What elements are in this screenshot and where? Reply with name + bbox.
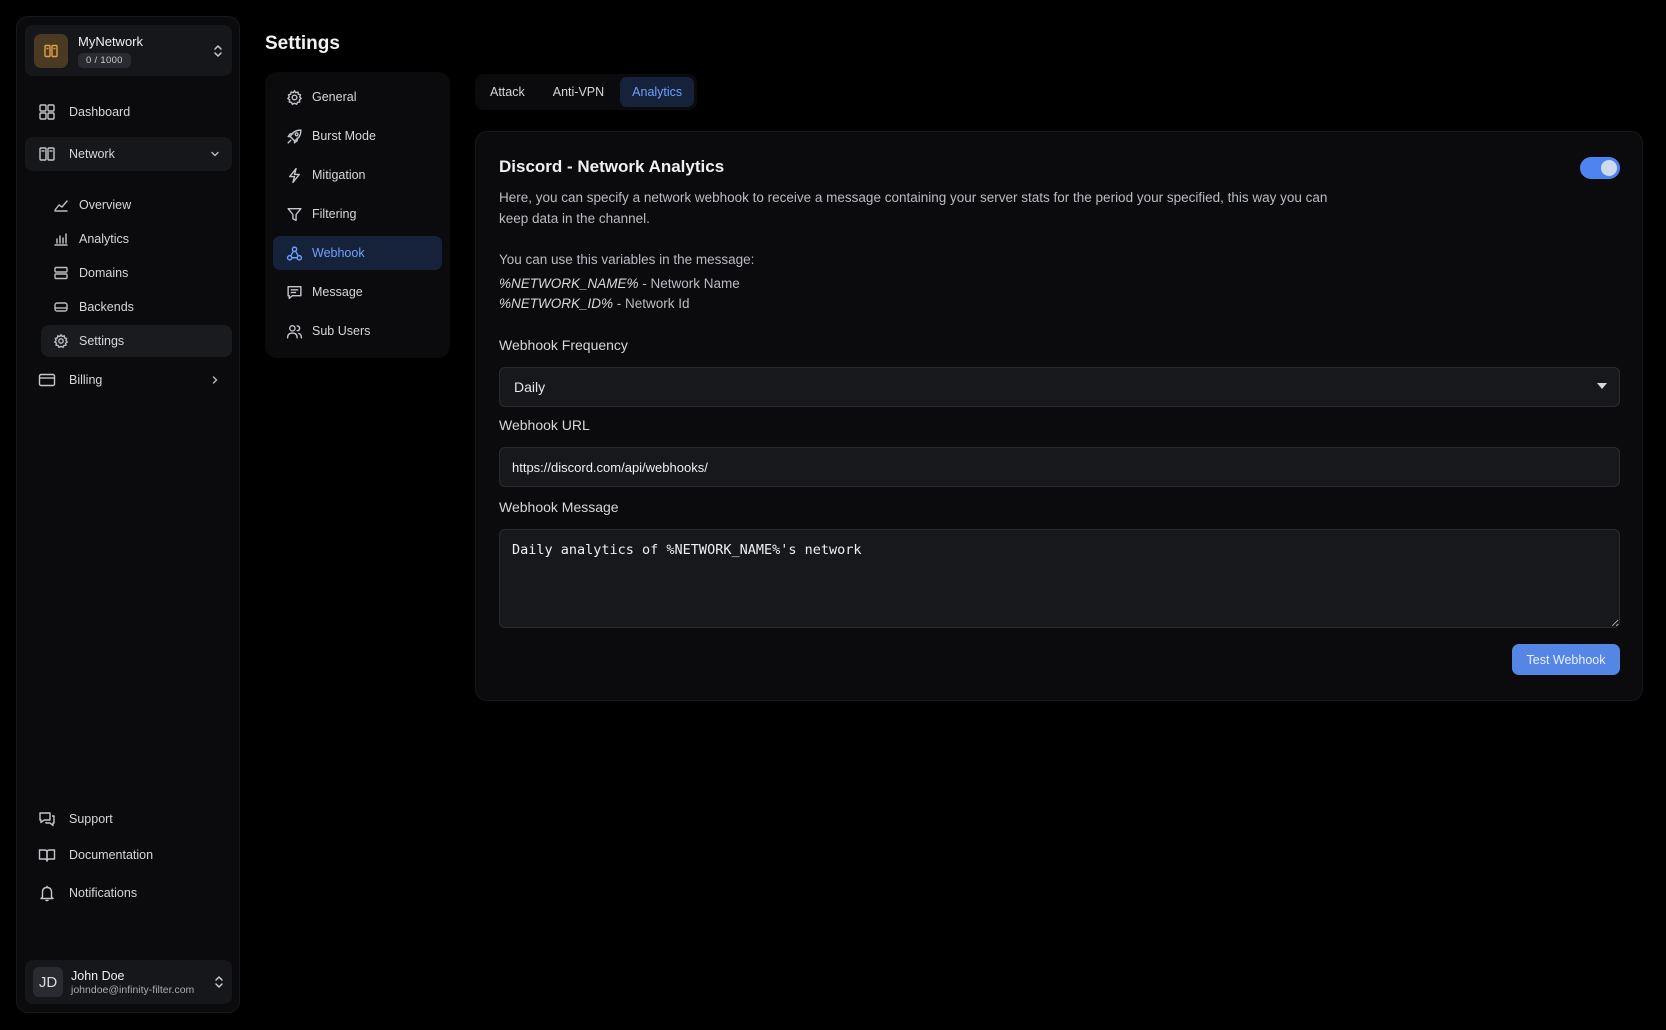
settings-nav-general[interactable]: General — [273, 80, 442, 114]
variable-line: %NETWORK_ID% - Network Id — [499, 296, 690, 311]
chat-bubbles-icon — [38, 810, 56, 828]
network-switcher[interactable]: MyNetwork 0 / 1000 — [25, 25, 232, 76]
sidebar-subitem-label: Overview — [79, 198, 132, 212]
enable-toggle[interactable] — [1580, 157, 1620, 179]
settings-nav-label: Mitigation — [312, 168, 366, 182]
sidebar-subitem-overview[interactable]: Overview — [41, 189, 232, 221]
dashboard-icon — [38, 103, 56, 121]
user-menu[interactable]: JD John Doe johndoe@infinity-filter.com — [25, 960, 232, 1004]
webhook-url-input[interactable] — [499, 447, 1620, 487]
tab-attack[interactable]: Attack — [478, 77, 537, 107]
variable-name: %NETWORK_ID% — [499, 296, 614, 311]
settings-nav-label: Sub Users — [312, 324, 371, 338]
chevron-down-icon — [210, 149, 220, 159]
chevron-up-down-icon — [214, 974, 224, 990]
variable-description: - Network Id — [613, 296, 690, 311]
sidebar-subitem-backends[interactable]: Backends — [41, 291, 232, 323]
sidebar-subitem-domains[interactable]: Domains — [41, 257, 232, 289]
lightning-bolt-icon — [286, 167, 303, 184]
sidebar-subitem-label: Domains — [79, 266, 129, 280]
webhook-message-textarea[interactable]: Daily analytics of %NETWORK_NAME%'s netw… — [499, 529, 1620, 628]
users-icon — [286, 323, 303, 340]
sidebar-subitem-analytics[interactable]: Analytics — [41, 223, 232, 255]
rocket-icon — [286, 128, 303, 145]
settings-nav-webhook[interactable]: Webhook — [273, 236, 442, 270]
avatar: JD — [33, 967, 63, 997]
sidebar-item-label: Notifications — [69, 886, 138, 900]
card-title: Discord - Network Analytics — [499, 157, 725, 176]
sidebar-item-dashboard[interactable]: Dashboard — [25, 95, 232, 129]
settings-nav: General Burst Mode Mitigation Filtering — [265, 72, 450, 358]
settings-nav-filtering[interactable]: Filtering — [273, 197, 442, 231]
filter-icon — [286, 206, 303, 223]
variable-name: %NETWORK_NAME% — [499, 276, 639, 291]
settings-nav-mitigation[interactable]: Mitigation — [273, 158, 442, 192]
sidebar-item-notifications[interactable]: Notifications — [25, 876, 232, 910]
settings-nav-sub-users[interactable]: Sub Users — [273, 314, 442, 348]
sidebar-item-network[interactable]: Network — [25, 137, 232, 171]
sidebar-item-label: Documentation — [69, 848, 154, 862]
message-label: Webhook Message — [499, 499, 619, 515]
sidebar-item-label: Network — [69, 147, 115, 161]
sidebar-item-documentation[interactable]: Documentation — [25, 838, 232, 872]
webhook-icon — [286, 245, 303, 262]
settings-tabs: Attack Anti-VPN Analytics — [475, 74, 698, 110]
sidebar-subitem-label: Analytics — [79, 232, 130, 246]
card-description: Here, you can specify a network webhook … — [499, 190, 1328, 226]
settings-nav-label: Filtering — [312, 207, 357, 221]
variable-line: %NETWORK_NAME% - Network Name — [499, 276, 740, 291]
bar-chart-icon — [53, 231, 69, 247]
settings-nav-message[interactable]: Message — [273, 275, 442, 309]
settings-nav-label: Burst Mode — [312, 129, 376, 143]
network-name: MyNetwork — [78, 33, 144, 49]
settings-nav-burst-mode[interactable]: Burst Mode — [273, 119, 442, 153]
chevron-right-icon — [210, 375, 220, 385]
bell-icon — [38, 884, 56, 902]
sidebar-item-label: Support — [69, 812, 113, 826]
user-name: John Doe — [71, 968, 125, 983]
network-logo-icon — [34, 33, 68, 68]
variables-intro: You can use this variables in the messag… — [499, 252, 755, 267]
sidebar-subitem-label: Backends — [79, 300, 134, 314]
url-label: Webhook URL — [499, 417, 590, 433]
gear-icon — [53, 333, 69, 349]
sidebar-subitem-label: Settings — [79, 334, 125, 348]
sidebar: MyNetwork 0 / 1000 Dashboard Network Ove… — [16, 16, 240, 1013]
network-count-badge: 0 / 1000 — [78, 52, 131, 68]
hard-drive-icon — [53, 299, 69, 315]
user-email: johndoe@infinity-filter.com — [71, 983, 195, 996]
trend-chart-icon — [53, 197, 69, 213]
message-icon — [286, 284, 303, 301]
test-webhook-button[interactable]: Test Webhook — [1512, 644, 1620, 675]
page-title: Settings — [265, 33, 340, 54]
frequency-value: Daily — [514, 379, 546, 395]
tab-anti-vpn[interactable]: Anti-VPN — [541, 77, 616, 107]
sidebar-item-label: Billing — [69, 373, 103, 387]
server-icon — [53, 265, 69, 281]
settings-nav-label: Webhook — [312, 246, 365, 260]
settings-nav-label: Message — [312, 285, 363, 299]
frequency-label: Webhook Frequency — [499, 337, 628, 353]
credit-card-icon — [38, 371, 56, 389]
sidebar-item-label: Dashboard — [69, 105, 131, 119]
toggle-knob — [1601, 160, 1617, 176]
caret-down-icon — [1597, 383, 1607, 389]
frequency-select[interactable]: Daily — [499, 367, 1620, 407]
settings-nav-label: General — [312, 90, 357, 104]
chevron-up-down-icon — [213, 43, 223, 59]
sidebar-item-billing[interactable]: Billing — [25, 363, 232, 397]
sidebar-subitem-settings[interactable]: Settings — [41, 325, 232, 357]
book-open-icon — [38, 846, 56, 864]
gear-icon — [286, 89, 303, 106]
analytics-webhook-card: Discord - Network Analytics Here, you ca… — [475, 131, 1643, 701]
variable-description: - Network Name — [638, 276, 740, 291]
sidebar-item-support[interactable]: Support — [25, 802, 232, 836]
network-icon — [38, 145, 56, 163]
tab-analytics[interactable]: Analytics — [620, 77, 695, 107]
